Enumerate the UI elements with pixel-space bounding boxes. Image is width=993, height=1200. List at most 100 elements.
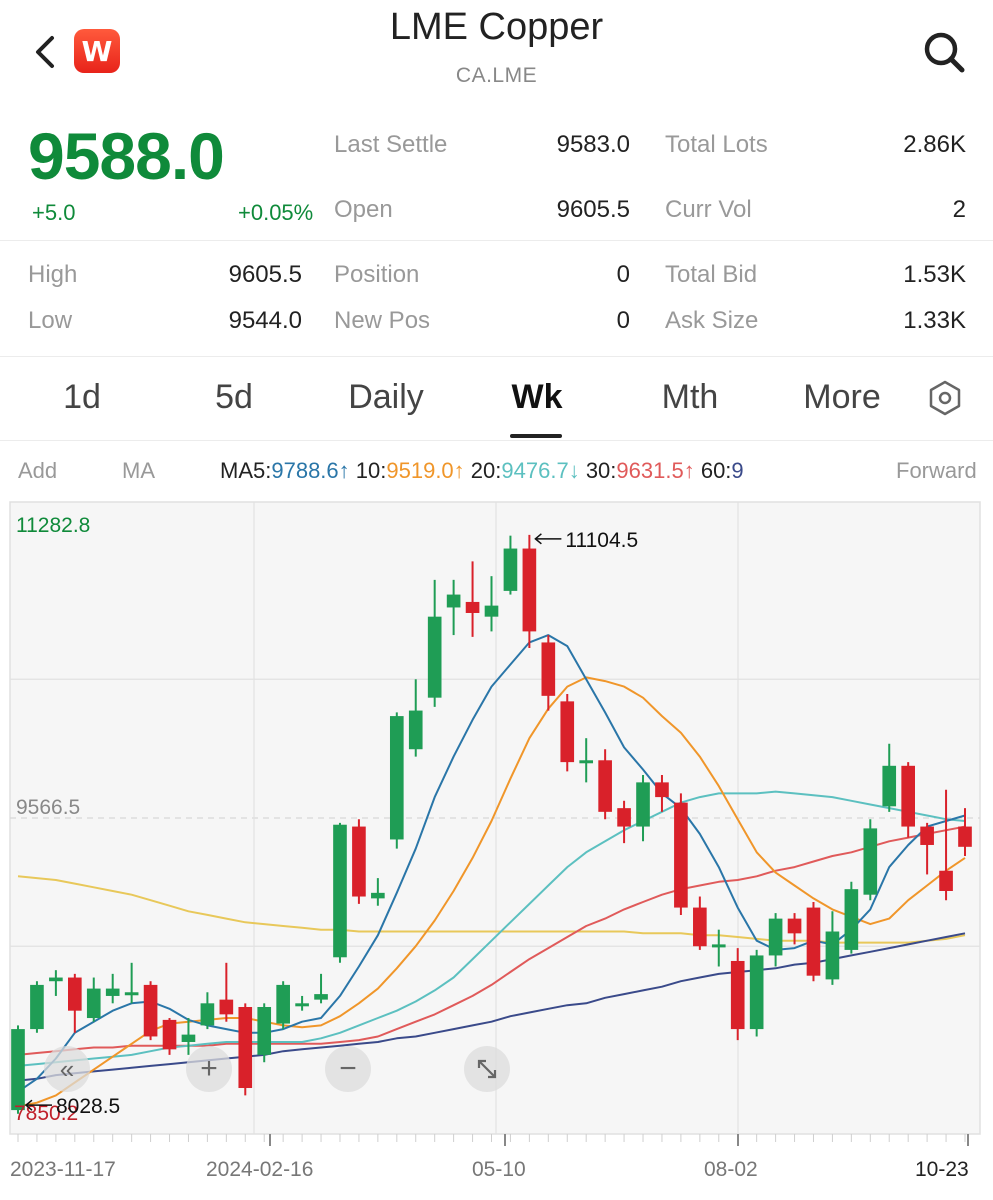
candle-body [124, 992, 139, 996]
hexagon-settings-icon [929, 380, 961, 416]
candle-body [958, 826, 972, 847]
candle-body [674, 802, 688, 908]
candle-body [11, 1029, 25, 1111]
x-axis-label: 05-10 [472, 1158, 526, 1181]
candle-body [446, 594, 461, 608]
forward-button[interactable]: Forward [896, 458, 977, 484]
ask-size-label: Ask Size [665, 307, 759, 334]
divider [0, 440, 993, 441]
header: W LME Copper CA.LME [0, 0, 993, 110]
candle-body [522, 548, 537, 632]
tab-5d[interactable]: 5d [196, 378, 272, 417]
zoom-in-button[interactable]: + [186, 1046, 232, 1092]
candle-body [333, 824, 347, 958]
candle-body [427, 616, 442, 698]
zoom-out-button[interactable]: − [325, 1046, 371, 1092]
ma20-arrow: ↓ [568, 458, 580, 483]
chart-settings-button[interactable] [925, 378, 965, 418]
min-price-label: 8028.5 [56, 1095, 120, 1118]
candle-body [787, 918, 802, 934]
candle-body [484, 605, 499, 617]
search-button[interactable] [920, 28, 968, 76]
ma10-value: 9519.0 [386, 458, 454, 483]
tab-daily[interactable]: Daily [335, 378, 437, 417]
candle-body [806, 907, 821, 976]
y-axis-mid-label: 9566.5 [16, 796, 80, 819]
ma5-value: 9788.6 [271, 458, 339, 483]
tab-mth[interactable]: Mth [650, 378, 730, 417]
page-title: LME Copper [389, 6, 604, 48]
last-settle-label: Last Settle [334, 131, 448, 158]
open-value: 9605.5 [556, 196, 630, 223]
chart-svg[interactable]: 11282.89566.57850.211104.58028.52023-11-… [0, 498, 993, 1200]
candle-body [541, 642, 556, 696]
candle-body [219, 999, 234, 1015]
search-icon [924, 32, 965, 73]
candle-body [560, 701, 575, 763]
minus-icon: − [339, 1052, 357, 1085]
curr-vol-value: 2 [952, 196, 966, 223]
candle-body [295, 1003, 309, 1007]
candle-body [655, 782, 669, 798]
candle-body [636, 782, 650, 827]
candle-body [86, 988, 101, 1019]
fullscreen-button[interactable] [464, 1046, 510, 1092]
total-bid-label: Total Bid [665, 261, 758, 288]
price-change-pct: +0.05% [238, 200, 314, 225]
curr-vol-label: Curr Vol [665, 196, 752, 223]
candle-body [105, 988, 120, 996]
candle-body [49, 977, 63, 982]
candle-body [238, 1006, 253, 1089]
candle-body [901, 765, 915, 827]
price-change: +5.0 [32, 200, 76, 225]
ma30-value: 9631.5 [616, 458, 684, 483]
candle-body [143, 984, 158, 1037]
max-price-label: 11104.5 [565, 529, 638, 552]
period-tabs: 1d 5d Daily Wk Mth More [0, 360, 993, 440]
candle-body [503, 548, 518, 591]
symbol-label: CA.LME [455, 64, 538, 87]
candle-body [939, 870, 953, 892]
ma30-arrow: ↑ [683, 458, 695, 483]
candlestick-chart[interactable]: 11282.8 9566.5 7850.2 11104.5 8028.5 2023-11-… [0, 498, 993, 1200]
candle-body [389, 716, 404, 840]
candle-body [181, 1034, 196, 1042]
candle-body [276, 984, 290, 1024]
total-lots-label: Total Lots [665, 131, 768, 158]
add-indicator-button[interactable]: Add [18, 458, 57, 484]
tab-1d[interactable]: 1d [50, 378, 114, 417]
tab-more[interactable]: More [796, 378, 888, 417]
candle-body [579, 760, 594, 764]
tab-wk[interactable]: Wk [500, 378, 574, 417]
candle-body [352, 826, 366, 897]
candle-body [314, 994, 328, 1000]
ma10-arrow: ↑ [453, 458, 465, 483]
ma5-arrow: ↑ [338, 458, 350, 483]
high-label: High [28, 261, 78, 288]
candle-body [768, 918, 783, 956]
candle-body [730, 960, 745, 1030]
scroll-left-button[interactable]: « [44, 1046, 90, 1092]
high-value: 9605.5 [228, 261, 302, 288]
x-axis-label: 08-02 [704, 1158, 758, 1181]
ask-size-value: 1.33K [903, 307, 966, 334]
ma20-value: 9476.7 [501, 458, 569, 483]
y-axis-max-label: 11282.8 [16, 514, 90, 537]
candle-body [371, 892, 385, 899]
plus-icon: + [200, 1052, 218, 1085]
candle-body [30, 984, 44, 1030]
expand-icon [477, 1059, 497, 1079]
ma60-value: 9 [731, 458, 744, 483]
total-lots-value: 2.86K [903, 131, 966, 158]
candle-body [162, 1019, 177, 1050]
candle-body [68, 977, 82, 1011]
candle-body [200, 1003, 215, 1026]
ma-toggle-button[interactable]: MA [122, 458, 155, 484]
candle-body [844, 889, 859, 950]
divider [0, 356, 993, 357]
candle-body [825, 931, 840, 980]
ma-indicator-bar: Add MA MA5:9788.6↑ 10:9519.0↑ 20:9476.7↓… [0, 448, 993, 492]
candle-body [749, 955, 764, 1030]
candle-body [711, 944, 726, 948]
x-axis-label: 2024-02-16 [206, 1158, 313, 1181]
